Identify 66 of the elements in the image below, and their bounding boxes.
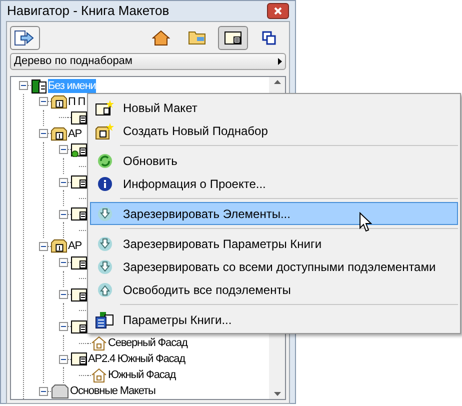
down-arrow-icon — [97, 258, 113, 274]
folder-icon — [51, 126, 67, 141]
layout-icon — [71, 288, 87, 302]
export-icon — [14, 30, 36, 46]
house-icon — [152, 30, 170, 46]
copy-icon — [262, 30, 276, 44]
folder-icon — [51, 384, 69, 399]
house-icon — [91, 368, 107, 383]
layout-status-icon — [71, 142, 87, 157]
tree-item[interactable]: П П — [68, 94, 86, 109]
window-title: Навигатор - Книга Макетов — [7, 2, 170, 20]
tree-item[interactable]: Южный Фасад — [108, 368, 176, 382]
collapse-toggle[interactable] — [59, 354, 68, 364]
collapse-toggle[interactable] — [19, 81, 28, 90]
up-arrow-icon — [97, 282, 113, 298]
collapse-toggle[interactable] — [39, 97, 48, 106]
menu-item[interactable]: Обновить — [90, 149, 458, 172]
folder-icon — [188, 30, 206, 44]
menu-item[interactable]: Зарезервировать Элементы... — [90, 202, 458, 225]
collapse-toggle[interactable] — [39, 242, 48, 251]
collapse-toggle[interactable] — [59, 145, 68, 154]
new-folder-icon — [95, 122, 115, 140]
house-icon — [91, 336, 107, 351]
menu-item[interactable]: Зарезервировать со всеми доступными подэлементами — [90, 255, 458, 278]
layout-icon — [224, 30, 242, 44]
layout-icon — [71, 207, 87, 222]
menu-item[interactable]: Зарезервировать Параметры Книги — [90, 232, 458, 255]
view-mode-button[interactable] — [218, 26, 248, 50]
collapse-toggle[interactable] — [39, 129, 48, 138]
refresh-icon — [97, 152, 113, 168]
mouse-pointer-icon — [359, 212, 372, 232]
menu-item[interactable]: Создать Новый Поднабор — [90, 119, 458, 142]
collapse-toggle[interactable] — [59, 322, 68, 332]
down-arrow-icon — [97, 236, 113, 252]
scroll-up-icon[interactable] — [274, 80, 280, 84]
layout-icon — [71, 110, 87, 125]
book-settings-icon — [95, 310, 115, 328]
caret-icon — [278, 58, 282, 64]
menu-item[interactable]: Параметры Книги... — [90, 308, 458, 331]
folder-icon — [51, 239, 67, 254]
tree-item[interactable]: АР — [68, 126, 82, 141]
scroll-down-icon[interactable] — [274, 392, 280, 396]
close-icon — [274, 6, 282, 15]
layout-icon — [71, 175, 87, 190]
layout-icon — [71, 320, 87, 334]
menu-item[interactable]: Информация о Проекте... — [90, 172, 458, 195]
menu-item[interactable]: Новый Макет — [90, 96, 458, 119]
layout-icon — [71, 352, 87, 366]
export-menu-button[interactable] — [10, 26, 40, 50]
folder-icon — [51, 94, 67, 109]
tree-item[interactable]: АР — [68, 239, 82, 254]
tree-item[interactable]: Северный Фасад — [108, 336, 188, 350]
tree-item[interactable]: АР2.4 Южный Фасад — [88, 352, 185, 366]
collapse-toggle[interactable] — [59, 258, 68, 268]
close-button[interactable] — [267, 2, 289, 19]
new-layout-icon — [95, 98, 115, 116]
menu-item[interactable]: Освободить все подэлементы — [90, 278, 458, 301]
collapse-toggle[interactable] — [59, 178, 68, 187]
tree-item[interactable]: Основные Макеты — [70, 384, 156, 398]
layout-icon — [71, 256, 87, 270]
collapse-toggle[interactable] — [39, 386, 48, 396]
collapse-toggle[interactable] — [59, 290, 68, 300]
info-icon — [97, 176, 113, 192]
collapse-toggle[interactable] — [59, 210, 68, 219]
down-arrow-icon — [97, 206, 113, 222]
view-selector[interactable]: Дерево по поднаборам — [10, 52, 286, 70]
